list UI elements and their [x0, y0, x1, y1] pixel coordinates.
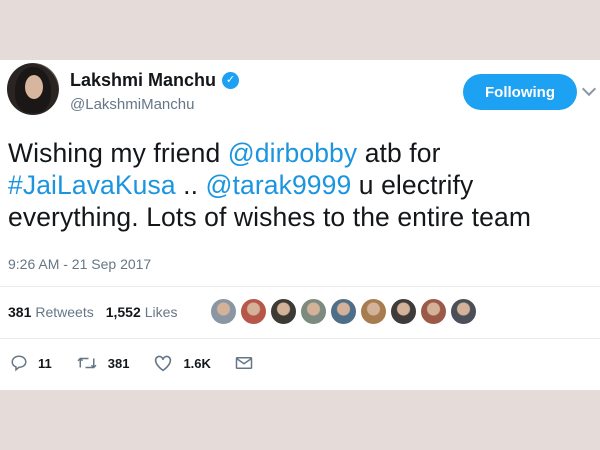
retweet-icon	[77, 357, 97, 369]
tweet-text-line: everything. Lots of wishes to the entire…	[8, 201, 598, 233]
liker-avatar[interactable]	[360, 298, 387, 325]
retweet-button[interactable]: 381	[76, 354, 130, 372]
envelope-icon	[235, 357, 253, 369]
author-handle[interactable]: @LakshmiManchu	[70, 96, 194, 113]
like-count: 1.6K	[183, 355, 211, 371]
author-display-name[interactable]: Lakshmi Manchu	[70, 70, 216, 91]
heart-icon	[155, 355, 172, 372]
liker-avatar[interactable]	[420, 298, 447, 325]
liker-avatar[interactable]	[450, 298, 477, 325]
tweet-stats: 381 Retweets 1,552 Likes	[8, 304, 189, 320]
reply-button[interactable]: 11	[10, 354, 52, 372]
tweet-card: Lakshmi Manchu ✓ @LakshmiManchu Followin…	[0, 60, 600, 390]
liker-avatar[interactable]	[330, 298, 357, 325]
retweets-label[interactable]: Retweets	[35, 304, 93, 320]
liker-avatar[interactable]	[240, 298, 267, 325]
divider	[0, 338, 600, 339]
mention-link[interactable]: @tarak9999	[206, 170, 352, 200]
reply-icon	[11, 355, 27, 372]
mention-link[interactable]: @dirbobby	[228, 138, 357, 168]
following-button[interactable]: Following	[463, 74, 577, 110]
tweet-text-segment: Wishing my friend	[8, 138, 228, 168]
retweet-count: 381	[107, 355, 130, 371]
avatar-face	[25, 75, 43, 99]
liker-avatar[interactable]	[300, 298, 327, 325]
liker-avatar[interactable]	[210, 298, 237, 325]
author-name-row: Lakshmi Manchu ✓	[70, 70, 240, 91]
hashtag-link[interactable]: #JaiLavaKusa	[8, 170, 176, 200]
tweet-text-segment: everything. Lots of wishes to the entire…	[8, 202, 531, 232]
author-avatar[interactable]	[7, 63, 59, 115]
reply-count: 11	[38, 355, 52, 371]
tweet-text-segment: atb for	[357, 138, 441, 168]
tweet-actions: 11 381 1.6K	[10, 354, 287, 372]
liker-avatar[interactable]	[390, 298, 417, 325]
liker-avatar[interactable]	[270, 298, 297, 325]
tweet-text-segment: ..	[175, 170, 206, 200]
chevron-down-icon[interactable]	[581, 81, 597, 97]
like-button[interactable]: 1.6K	[153, 354, 211, 372]
liker-avatars	[210, 298, 477, 325]
tweet-text-segment: u electrify	[351, 170, 474, 200]
likes-count[interactable]: 1,552	[106, 304, 141, 320]
divider	[0, 286, 600, 287]
tweet-text-line: Wishing my friend @dirbobby atb for	[8, 137, 598, 169]
tweet-timestamp[interactable]: 9:26 AM - 21 Sep 2017	[8, 256, 151, 272]
verified-badge-icon: ✓	[222, 72, 240, 89]
retweets-count[interactable]: 381	[8, 304, 31, 320]
tweet-text-line: #JaiLavaKusa .. @tarak9999 u electrify	[8, 169, 598, 201]
tweet-text: Wishing my friend @dirbobby atb for #JaiL…	[8, 137, 598, 233]
likes-label[interactable]: Likes	[145, 304, 178, 320]
direct-message-button[interactable]	[235, 355, 263, 371]
